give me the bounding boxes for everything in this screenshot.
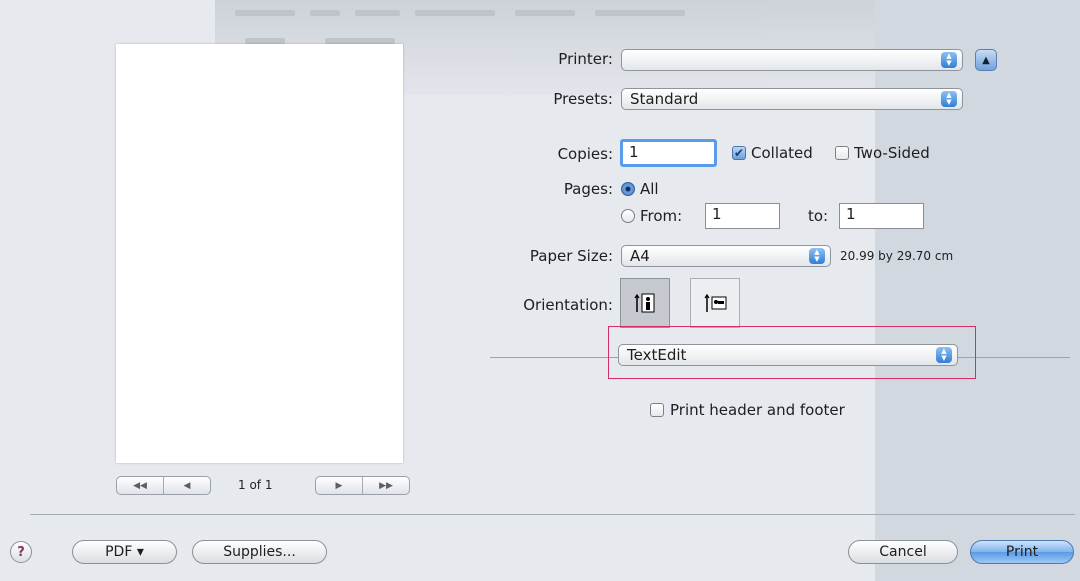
page-preview <box>116 44 403 463</box>
orientation-label: Orientation: <box>523 296 613 314</box>
pages-from-radio[interactable] <box>621 209 635 223</box>
cancel-button[interactable]: Cancel <box>848 540 958 564</box>
page-indicator: 1 of 1 <box>238 478 273 492</box>
checkmark-icon: ✔ <box>733 146 745 160</box>
collated-label: Collated <box>751 144 813 162</box>
pdf-button[interactable]: PDF ▾ <box>72 540 177 564</box>
printer-popup[interactable]: ▲ ▼ <box>621 49 963 71</box>
preview-back-buttons: ◀◀ ◀ <box>116 476 211 495</box>
highlight-annotation <box>608 326 976 379</box>
paper-size-popup[interactable]: A4 ▲ ▼ <box>621 245 831 267</box>
print-header-footer-label: Print header and footer <box>670 401 845 419</box>
print-button[interactable]: Print <box>970 540 1074 564</box>
next-page-button[interactable]: ▶ <box>316 477 362 494</box>
preview-forward-buttons: ▶ ▶▶ <box>315 476 410 495</box>
portrait-orientation-button[interactable] <box>620 278 670 328</box>
popup-arrows-icon: ▲ ▼ <box>809 248 825 264</box>
first-page-button[interactable]: ◀◀ <box>117 477 163 494</box>
collapse-disclosure-button[interactable]: ▲ <box>975 49 997 71</box>
pages-label: Pages: <box>563 180 613 198</box>
collated-checkbox[interactable]: ✔ <box>732 146 746 160</box>
paper-dimensions: 20.99 by 29.70 cm <box>840 249 954 263</box>
popup-arrows-icon: ▲ ▼ <box>941 52 957 68</box>
footer-divider <box>30 514 1075 515</box>
help-button[interactable]: ? <box>10 541 32 563</box>
last-page-button[interactable]: ▶▶ <box>362 477 409 494</box>
supplies-button[interactable]: Supplies... <box>192 540 327 564</box>
presets-popup[interactable]: Standard ▲ ▼ <box>621 88 963 110</box>
portrait-icon <box>634 293 655 313</box>
printer-label: Printer: <box>558 50 613 68</box>
pages-to-field[interactable]: 1 <box>839 203 924 229</box>
landscape-icon <box>704 293 727 312</box>
pages-from-label: From: <box>640 207 683 225</box>
pages-from-field[interactable]: 1 <box>705 203 780 229</box>
copies-label: Copies: <box>557 145 613 163</box>
popup-arrows-icon: ▲ ▼ <box>941 91 957 107</box>
presets-value: Standard <box>630 90 699 108</box>
pages-all-label: All <box>640 180 659 198</box>
paper-size-label: Paper Size: <box>529 247 613 265</box>
copies-field[interactable]: 1 <box>620 139 717 167</box>
pages-all-radio[interactable] <box>621 182 635 196</box>
two-sided-label: Two-Sided <box>854 144 930 162</box>
previous-page-button[interactable]: ◀ <box>163 477 210 494</box>
print-header-footer-checkbox[interactable] <box>650 403 664 417</box>
triangle-up-icon: ▲ <box>982 54 990 66</box>
question-icon: ? <box>17 544 25 560</box>
paper-size-value: A4 <box>630 247 650 265</box>
pages-to-label: to: <box>808 207 829 225</box>
two-sided-checkbox[interactable] <box>835 146 849 160</box>
landscape-orientation-button[interactable] <box>690 278 740 328</box>
presets-label: Presets: <box>553 90 613 108</box>
